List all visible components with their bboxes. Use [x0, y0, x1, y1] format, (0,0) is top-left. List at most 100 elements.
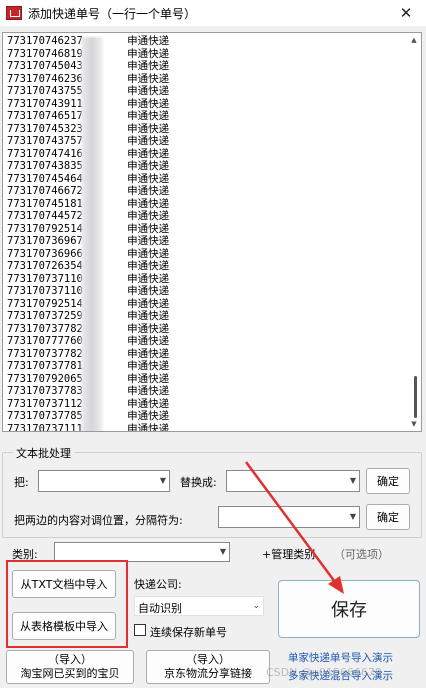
- tracking-number-row: 773170746236 申通快递: [7, 73, 403, 86]
- title-bar: 添加快递单号（一行一个单号） ✕: [0, 0, 426, 26]
- courier-name: 申通快递: [127, 410, 170, 422]
- courier-name: 申通快递: [127, 147, 170, 160]
- courier-name: 申通快递: [127, 47, 170, 60]
- courier-name: 申通快递: [127, 197, 170, 210]
- courier-select[interactable]: 自动识别 ⌄: [134, 596, 264, 616]
- replace-to-label: 替换成:: [180, 476, 217, 489]
- courier-name: 申通快递: [127, 397, 170, 410]
- courier-selected: 自动识别: [138, 602, 182, 615]
- courier-name: 申通快递: [127, 422, 170, 432]
- swap-confirm-button[interactable]: 确定: [366, 504, 410, 530]
- courier-name: 申通快递: [127, 60, 170, 72]
- tracking-number-row: 773170745464 申通快递: [7, 173, 403, 186]
- tracking-number: 773170746819: [7, 47, 83, 60]
- courier-name: 申通快递: [127, 322, 170, 335]
- tracking-number-row: 773170745181 申通快递: [7, 198, 403, 211]
- tracking-number: 773170743835: [7, 160, 83, 172]
- tracking-number: 773170737111: [7, 422, 83, 432]
- import-taobao-line1: （导入）: [48, 653, 92, 666]
- courier-name: 申通快递: [127, 260, 170, 272]
- replace-from-combo[interactable]: ▼: [38, 470, 170, 492]
- courier-name: 申通快递: [127, 210, 170, 222]
- manage-category-link[interactable]: +管理类别: [262, 546, 315, 562]
- courier-name: 申通快递: [127, 85, 170, 97]
- tracking-number-row: 773170737111 申通快递: [7, 422, 403, 432]
- tracking-number-row: 773170777760 申通快递: [7, 335, 403, 348]
- tracking-number: 773170737785: [7, 410, 83, 422]
- tracking-number: 773170736967: [7, 235, 83, 247]
- tracking-number: 773170792514: [7, 222, 83, 235]
- tracking-number: 773170736966: [7, 247, 83, 260]
- tracking-number-row: 773170747416 申通快递: [7, 148, 403, 161]
- courier-name: 申通快递: [127, 235, 170, 247]
- tracking-number-row: 773170743755 申通快递: [7, 85, 403, 98]
- scroll-up-icon[interactable]: ▲: [410, 37, 418, 44]
- chevron-down-icon: ▼: [349, 476, 356, 485]
- tracking-number: 773170792065: [7, 372, 83, 385]
- tracking-number-row: 773170737783 申通快递: [7, 385, 403, 398]
- single-import-demo-link[interactable]: 单家快递单号导入演示: [288, 650, 393, 665]
- optional-hint: （可选项）: [334, 548, 389, 561]
- courier-name: 申通快递: [127, 247, 170, 260]
- tracking-number-lines: 773170746237 申通快递 773170746819 申通快递 773170…: [7, 35, 403, 432]
- replace-to-combo[interactable]: ▼: [226, 470, 360, 492]
- tracking-number: 773170745323: [7, 122, 83, 135]
- tracking-number: 773170747416: [7, 147, 83, 160]
- courier-label: 快递公司:: [134, 578, 182, 591]
- courier-name: 申通快递: [127, 310, 170, 322]
- courier-name: 申通快递: [127, 285, 170, 297]
- tracking-number-row: 773170743911 申通快递: [7, 98, 403, 111]
- tracking-number-row: 773170745323 申通快递: [7, 123, 403, 136]
- courier-name: 申通快递: [127, 160, 170, 172]
- replace-from-label: 把:: [14, 476, 29, 489]
- vertical-scrollbar[interactable]: ▲ ▼: [407, 33, 421, 431]
- tracking-number: 773170745043: [7, 60, 83, 72]
- tracking-number-row: 773170792065 申通快递: [7, 373, 403, 386]
- courier-name: 申通快递: [127, 297, 170, 310]
- courier-name: 申通快递: [127, 372, 170, 385]
- tracking-number-row: 773170792514 申通快递: [7, 298, 403, 311]
- tracking-number-row: 773170746517 申通快递: [7, 110, 403, 123]
- import-jd-button[interactable]: （导入） 京东物流分享链接: [146, 650, 270, 684]
- text-batch-group-title: 文本批处理: [13, 445, 74, 461]
- tracking-number-row: 773170737259 申通快递: [7, 310, 403, 323]
- tracking-number-row: 773170746237 申通快递: [7, 35, 403, 48]
- chevron-down-icon: ▼: [349, 512, 356, 521]
- tracking-number-row: 773170737781 申通快递: [7, 360, 403, 373]
- import-jd-line1: （导入）: [186, 653, 230, 666]
- courier-name: 申通快递: [127, 272, 170, 285]
- tracking-number-textarea[interactable]: 773170746237 申通快递 773170746819 申通快递 773170…: [2, 32, 422, 432]
- tracking-number: 773170744572: [7, 210, 83, 222]
- courier-name: 申通快递: [127, 172, 170, 185]
- scroll-down-icon[interactable]: ▼: [410, 421, 418, 428]
- tracking-number: 773170746237: [7, 35, 83, 47]
- separator-combo[interactable]: ▼: [218, 506, 360, 528]
- import-jd-line2: 京东物流分享链接: [164, 667, 252, 680]
- courier-name: 申通快递: [127, 97, 170, 110]
- tracking-number: 773170743757: [7, 135, 83, 147]
- tracking-number: 773170746517: [7, 110, 83, 122]
- continue-save-checkbox[interactable]: [134, 624, 146, 636]
- app-icon: [6, 6, 22, 20]
- annotation-highlight-box: [6, 560, 128, 648]
- redaction-mask: [81, 37, 103, 431]
- chevron-down-icon: ▼: [219, 547, 226, 556]
- save-button[interactable]: 保存: [278, 580, 420, 638]
- tracking-number-row: 773170726354 申通快递: [7, 260, 403, 273]
- category-combo[interactable]: ▼: [54, 542, 230, 562]
- chevron-down-icon: ⌄: [252, 601, 260, 611]
- tracking-number-row: 773170737782 申通快递: [7, 348, 403, 361]
- courier-name: 申通快递: [127, 335, 170, 347]
- watermark-text: CSDN @u015666679: [266, 666, 382, 679]
- courier-name: 申通快递: [127, 72, 170, 85]
- import-taobao-line2: 淘宝网已买到的宝贝: [20, 667, 120, 680]
- replace-confirm-button[interactable]: 确定: [366, 468, 410, 494]
- tracking-number-row: 773170737782 申通快递: [7, 323, 403, 336]
- close-button[interactable]: ✕: [386, 0, 426, 26]
- swap-label: 把两边的内容对调位置，分隔符为:: [14, 514, 183, 527]
- import-taobao-button[interactable]: （导入） 淘宝网已买到的宝贝: [6, 650, 134, 684]
- tracking-number-row: 773170745043 申通快递: [7, 60, 403, 73]
- tracking-number: 773170737112: [7, 397, 83, 410]
- scroll-thumb[interactable]: [414, 376, 417, 418]
- tracking-number: 773170737782: [7, 322, 83, 335]
